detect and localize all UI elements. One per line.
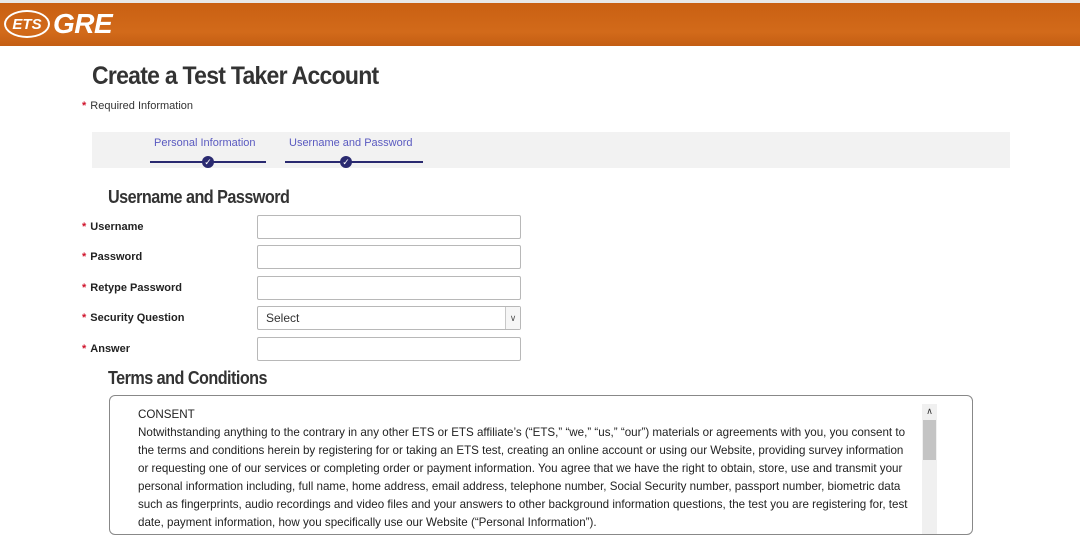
- step-username-and-password[interactable]: Username and Password ✓: [285, 132, 423, 168]
- terms-content: CONSENT Notwithstanding anything to the …: [138, 406, 910, 532]
- security-question-label: * Security Question: [82, 312, 184, 324]
- username-input[interactable]: [257, 215, 521, 239]
- chevron-down-icon[interactable]: ∨: [505, 307, 520, 329]
- required-marker: *: [82, 343, 87, 355]
- step-label: Personal Information: [154, 137, 256, 149]
- security-question-value: Select: [266, 311, 300, 325]
- consent-heading: CONSENT: [138, 408, 195, 421]
- answer-input[interactable]: [257, 337, 521, 361]
- terms-heading: Terms and Conditions: [108, 368, 268, 388]
- required-marker: *: [82, 221, 87, 233]
- security-question-label-text: Security Question: [90, 312, 185, 324]
- required-note: * Required Information: [82, 100, 193, 112]
- check-icon: ✓: [202, 156, 214, 168]
- retype-password-label-text: Retype Password: [90, 282, 182, 294]
- page-title: Create a Test Taker Account: [92, 62, 379, 90]
- progress-steps: Personal Information ✓ Username and Pass…: [92, 132, 1010, 168]
- chevron-up-icon[interactable]: ∧: [922, 404, 937, 418]
- required-marker: *: [82, 100, 87, 112]
- gre-logo-text: GRE: [53, 8, 113, 39]
- step-personal-information[interactable]: Personal Information ✓: [150, 132, 266, 168]
- required-marker: *: [82, 251, 87, 263]
- terms-textarea[interactable]: CONSENT Notwithstanding anything to the …: [109, 395, 973, 535]
- retype-password-label: * Retype Password: [82, 282, 182, 294]
- browser-strip: [0, 0, 1080, 3]
- header-bar: ETS GRE: [0, 0, 1080, 46]
- security-question-select[interactable]: Select ∨: [257, 306, 521, 330]
- ets-logo-mark: ETS: [4, 10, 50, 38]
- required-marker: *: [82, 312, 87, 324]
- consent-body: Notwithstanding anything to the contrary…: [138, 426, 908, 529]
- retype-password-input[interactable]: [257, 276, 521, 300]
- check-icon: ✓: [340, 156, 352, 168]
- step-label: Username and Password: [289, 137, 413, 149]
- required-note-text: Required Information: [90, 100, 194, 112]
- answer-label-text: Answer: [90, 343, 131, 355]
- password-input[interactable]: [257, 245, 521, 269]
- ets-gre-logo[interactable]: ETS GRE: [4, 8, 113, 40]
- terms-scrollbar[interactable]: ∧: [922, 404, 937, 534]
- password-label: * Password: [82, 251, 142, 263]
- username-password-heading: Username and Password: [108, 187, 290, 207]
- username-label: * Username: [82, 221, 143, 233]
- step-underline: [285, 161, 423, 163]
- password-label-text: Password: [90, 251, 143, 263]
- required-marker: *: [82, 282, 87, 294]
- scrollbar-thumb[interactable]: [923, 420, 936, 460]
- answer-label: * Answer: [82, 343, 130, 355]
- username-label-text: Username: [90, 221, 144, 233]
